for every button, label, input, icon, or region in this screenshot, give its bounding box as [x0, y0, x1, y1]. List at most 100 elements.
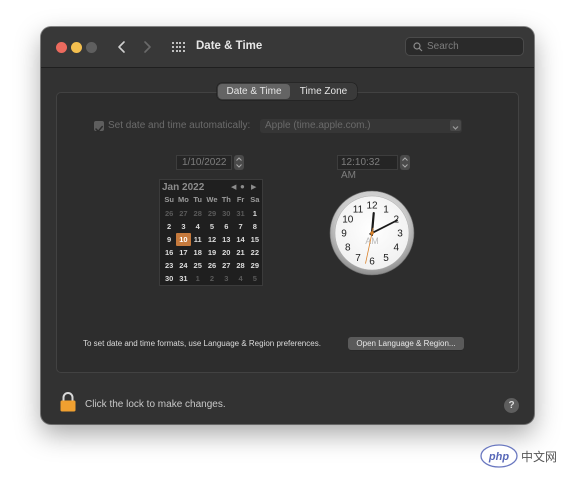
preferences-window: Date & Time Date & Time Time Zone Set da…	[41, 27, 534, 424]
today-dot-icon[interactable]: ●	[240, 182, 245, 191]
clock-number: 11	[353, 204, 364, 215]
svg-text:中文网: 中文网	[521, 449, 557, 464]
back-button[interactable]	[113, 37, 131, 57]
weekday-label: Th	[221, 195, 231, 204]
calendar-day[interactable]: 13	[219, 233, 233, 246]
calendar-day[interactable]: 4	[233, 272, 247, 285]
content-panel	[56, 92, 519, 373]
clock-number: 6	[369, 257, 375, 268]
calendar-day[interactable]: 28	[233, 259, 247, 272]
time-field[interactable]: 12:10:32 AM	[337, 155, 398, 181]
calendar-day[interactable]: 17	[176, 246, 190, 259]
calendar-day[interactable]: 14	[233, 233, 247, 246]
php-cn-watermark-logo: php 中文网	[480, 444, 557, 468]
auto-time-label: Set date and time automatically:	[108, 120, 251, 131]
time-stepper[interactable]	[400, 155, 410, 170]
calendar-day[interactable]: 18	[191, 246, 205, 259]
calendar-day[interactable]: 21	[233, 246, 247, 259]
calendar-day[interactable]: 19	[205, 246, 219, 259]
clock-number: 1	[383, 204, 389, 215]
calendar-day[interactable]: 8	[248, 220, 262, 233]
clock-number: 7	[355, 253, 361, 264]
calendar-day[interactable]: 29	[248, 259, 262, 272]
date-stepper[interactable]	[234, 155, 244, 170]
calendar-day[interactable]: 12	[205, 233, 219, 246]
clock-number: 3	[397, 229, 403, 240]
calendar-day[interactable]: 25	[191, 259, 205, 272]
next-month-icon[interactable]: ▶	[251, 183, 256, 191]
analog-clock[interactable]: 121234567891011 AM	[329, 190, 415, 276]
checkmark-icon	[95, 125, 103, 133]
calendar-day[interactable]: 6	[219, 220, 233, 233]
calendar-day[interactable]: 20	[219, 246, 233, 259]
calendar-day[interactable]: 23	[162, 259, 176, 272]
show-all-grid-icon[interactable]	[172, 42, 186, 53]
clock-number: 5	[383, 253, 389, 264]
time-server-select[interactable]: Apple (time.apple.com.)	[260, 119, 462, 133]
forward-button[interactable]	[138, 37, 156, 57]
calendar-day[interactable]: 4	[191, 220, 205, 233]
calendar-day[interactable]: 16	[162, 246, 176, 259]
calendar-day[interactable]: 24	[176, 259, 190, 272]
calendar-day[interactable]: 27	[176, 207, 190, 220]
clock-number: 12	[366, 201, 378, 212]
calendar-month-label: Jan 2022	[162, 182, 205, 193]
calendar-day[interactable]: 2	[205, 272, 219, 285]
formats-hint-text: To set date and time formats, use Langua…	[83, 339, 321, 348]
search-input[interactable]	[427, 38, 519, 55]
help-button[interactable]: ?	[504, 398, 519, 413]
weekday-label: Sa	[250, 195, 260, 204]
weekday-label: Su	[164, 195, 174, 204]
clock-number: 4	[393, 243, 399, 254]
calendar-day[interactable]: 7	[233, 220, 247, 233]
calendar-day[interactable]: 22	[248, 246, 262, 259]
calendar-day[interactable]: 5	[205, 220, 219, 233]
svg-text:php: php	[488, 451, 509, 463]
auto-time-checkbox[interactable]	[94, 121, 104, 133]
zoom-window-button[interactable]	[86, 42, 97, 53]
calendar-day[interactable]: 29	[205, 207, 219, 220]
calendar-day[interactable]: 28	[191, 207, 205, 220]
calendar-day[interactable]: 26	[162, 207, 176, 220]
calendar-day[interactable]: 9	[162, 233, 176, 246]
calendar-day[interactable]: 3	[219, 272, 233, 285]
calendar-day[interactable]: 30	[219, 207, 233, 220]
search-icon	[413, 42, 423, 52]
window-title: Date & Time	[196, 40, 263, 52]
tab-control: Date & Time Time Zone	[217, 83, 357, 100]
time-server-value: Apple (time.apple.com.)	[265, 120, 371, 131]
calendar-days: 26 27 28 29 30 31 1 2 3 4 5 6 7 8 9 10 11 12 13 14 15 16 17 18 1…	[162, 207, 262, 285]
calendar-day[interactable]: 11	[191, 233, 205, 246]
tab-date-time[interactable]: Date & Time	[218, 84, 290, 99]
clock-center-pin	[370, 231, 374, 235]
previous-month-icon[interactable]: ◀	[231, 183, 236, 191]
calendar-day[interactable]: 5	[248, 272, 262, 285]
chevron-right-icon	[144, 41, 151, 53]
chevron-down-icon	[450, 120, 461, 131]
calendar-day[interactable]: 15	[248, 233, 262, 246]
calendar-day[interactable]: 26	[205, 259, 219, 272]
calendar-day[interactable]: 27	[219, 259, 233, 272]
tab-time-zone[interactable]: Time Zone	[291, 83, 356, 100]
calendar-day[interactable]: 31	[176, 272, 190, 285]
calendar-day[interactable]: 31	[233, 207, 247, 220]
stepper-arrows-icon	[236, 157, 242, 168]
date-field[interactable]: 1/10/2022	[176, 155, 232, 170]
minimize-window-button[interactable]	[71, 42, 82, 53]
clock-number: 10	[342, 215, 354, 226]
open-language-region-button[interactable]: Open Language & Region...	[348, 337, 464, 350]
close-window-button[interactable]	[56, 42, 67, 53]
calendar-day[interactable]: 3	[176, 220, 190, 233]
clock-number: 8	[345, 243, 351, 254]
calendar-day[interactable]: 2	[162, 220, 176, 233]
calendar-day[interactable]: 1	[248, 207, 262, 220]
weekday-label: Fr	[236, 195, 245, 204]
clock-am-pm: AM	[365, 236, 379, 246]
lock-icon[interactable]	[59, 391, 77, 413]
lock-hint-text: Click the lock to make changes.	[85, 399, 226, 410]
calendar-day-selected[interactable]: 10	[176, 233, 191, 246]
calendar-day[interactable]: 1	[191, 272, 205, 285]
search-field[interactable]	[405, 37, 524, 56]
chevron-left-icon	[118, 41, 125, 53]
calendar-day[interactable]: 30	[162, 272, 176, 285]
